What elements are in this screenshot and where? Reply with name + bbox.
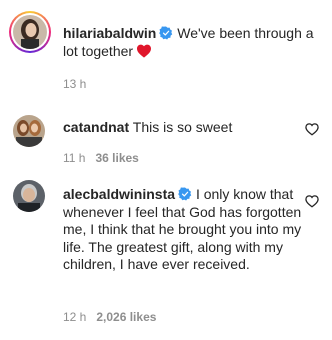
comment-text: This is so sweet — [132, 119, 233, 135]
red-heart-icon — [137, 44, 152, 58]
comment-catandnat: catandnat This is so sweet 11 h 36 likes — [0, 108, 332, 166]
comment-alecbaldwininsta: alecbaldwininsta I only know that whenev… — [0, 166, 332, 340]
comment-meta: 13 h — [63, 77, 86, 91]
comment-meta: 12 h 2,026 likes — [63, 310, 156, 324]
comment-time[interactable]: 12 h — [63, 310, 86, 324]
story-ring[interactable] — [9, 11, 51, 53]
comment-meta: 11 h 36 likes — [63, 151, 139, 165]
username[interactable]: hilariabaldwin — [63, 25, 156, 41]
avatar[interactable] — [13, 115, 45, 147]
comment-body: hilariabaldwin We've been through a lot … — [63, 25, 325, 60]
like-heart-icon[interactable] — [305, 194, 319, 208]
avatar[interactable] — [13, 15, 47, 49]
avatar[interactable] — [13, 180, 45, 212]
username[interactable]: alecbaldwininsta — [63, 186, 175, 202]
comment-time[interactable]: 13 h — [63, 77, 86, 91]
comment-hilariabaldwin: hilariabaldwin We've been through a lot … — [0, 0, 332, 110]
verified-badge-icon — [159, 26, 173, 40]
comment-body: alecbaldwininsta I only know that whenev… — [63, 186, 311, 274]
like-heart-icon[interactable] — [305, 122, 319, 136]
comment-likes[interactable]: 36 likes — [95, 151, 138, 165]
comment-body: catandnat This is so sweet — [63, 119, 293, 137]
username[interactable]: catandnat — [63, 119, 129, 135]
comment-time[interactable]: 11 h — [63, 151, 85, 165]
verified-badge-icon — [178, 187, 192, 201]
comment-likes[interactable]: 2,026 likes — [96, 310, 156, 324]
